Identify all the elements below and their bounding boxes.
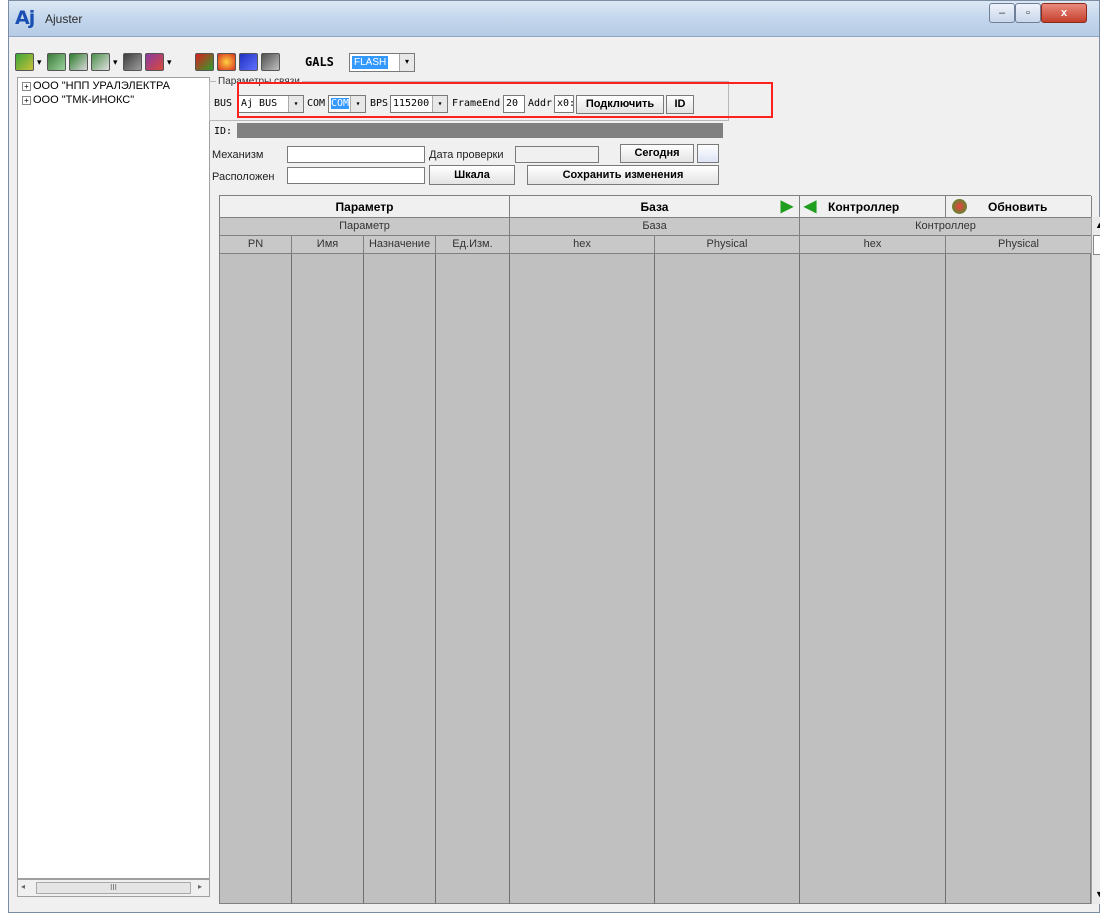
scroll-thumb[interactable] <box>1093 235 1100 255</box>
scroll-down-icon[interactable]: ▼ <box>1095 889 1100 899</box>
tree-node-label: ООО "НПП УРАЛЭЛЕКТРА <box>33 80 170 92</box>
column-header-purpose[interactable]: Назначение <box>364 236 436 254</box>
controller-header-label: Контроллер <box>828 200 900 214</box>
organization-tree[interactable]: + ООО "НПП УРАЛЭЛЕКТРА + ООО "ТМК-ИНОКС" <box>17 77 210 879</box>
parameter-header[interactable]: Параметр <box>220 196 510 218</box>
chart-icon[interactable] <box>69 53 88 71</box>
column-divider <box>435 254 436 904</box>
app-window: Aj Ajuster – ▫ x ▾ ▾ ▾ GALS FLASH ▾ + ООО… <box>8 0 1100 913</box>
app-icon: Aj <box>15 7 35 29</box>
save-changes-button[interactable]: Сохранить изменения <box>527 165 719 185</box>
module-icon[interactable] <box>47 53 66 71</box>
column-divider <box>291 254 292 904</box>
check-date-input[interactable] <box>515 146 599 163</box>
window-title: Ajuster <box>45 12 83 26</box>
id-value-field <box>237 123 723 138</box>
column-header-pn[interactable]: PN <box>220 236 292 254</box>
expand-icon[interactable]: + <box>22 95 31 105</box>
chevron-down-icon[interactable]: ▾ <box>113 57 118 68</box>
scroll-left-icon[interactable]: ◂ <box>21 882 25 891</box>
tree-horizontal-scrollbar[interactable]: ◂ III ▸ <box>17 879 210 897</box>
refresh-label: Обновить <box>988 200 1048 214</box>
location-label: Расположен <box>212 171 275 183</box>
column-divider <box>363 254 364 904</box>
refresh-icon <box>952 199 967 214</box>
column-divider <box>945 254 946 904</box>
title-bar[interactable]: Aj Ajuster – ▫ x <box>9 1 1099 37</box>
chevron-down-icon[interactable]: ▾ <box>167 57 172 68</box>
arrow-right-icon[interactable]: ▶ <box>781 196 793 218</box>
id-label: ID: <box>214 126 233 137</box>
maximize-button[interactable]: ▫ <box>1015 3 1041 23</box>
memory-select-value: FLASH <box>352 56 389 69</box>
memory-select[interactable]: FLASH ▾ <box>349 53 415 72</box>
column-divider <box>799 254 800 904</box>
refresh-button[interactable]: Обновить <box>946 196 1092 218</box>
gals-label: GALS <box>305 55 334 69</box>
minimize-button[interactable]: – <box>989 3 1015 23</box>
calendar-icon[interactable] <box>697 144 719 163</box>
tree-node[interactable]: + ООО "НПП УРАЛЭЛЕКТРА <box>22 80 170 92</box>
parameter-group-header: Параметр <box>220 218 510 236</box>
toolbar: ▾ ▾ ▾ GALS FLASH ▾ <box>9 50 1099 76</box>
close-button[interactable]: x <box>1041 3 1087 23</box>
chevron-down-icon[interactable]: ▾ <box>37 57 42 68</box>
column-header-base-physical[interactable]: Physical <box>655 236 800 254</box>
location-input[interactable] <box>287 167 425 184</box>
arrow-left-icon[interactable]: ◀ <box>804 196 816 218</box>
scroll-up-icon[interactable]: ▲ <box>1095 220 1100 230</box>
base-header[interactable]: База ▶ <box>510 196 800 218</box>
column-divider <box>654 254 655 904</box>
parameter-grid[interactable]: Параметр База ▶ ◀ Контроллер Обновить Па… <box>219 195 1092 904</box>
tree-node-label: ООО "ТМК-ИНОКС" <box>33 94 135 106</box>
controller-header[interactable]: ◀ Контроллер <box>800 196 946 218</box>
settings-icon[interactable] <box>123 53 142 71</box>
info-icon[interactable] <box>217 53 236 71</box>
column-header-controller-hex[interactable]: hex <box>800 236 946 254</box>
tree-node[interactable]: + ООО "ТМК-ИНОКС" <box>22 94 134 106</box>
scroll-right-icon[interactable]: ▸ <box>198 882 202 891</box>
base-header-label: База <box>640 200 669 214</box>
chevron-down-icon[interactable]: ▾ <box>399 54 414 71</box>
palette-icon[interactable] <box>145 53 164 71</box>
controller-group-header: Контроллер <box>800 218 1092 236</box>
check-date-label: Дата проверки <box>429 149 504 161</box>
column-divider <box>509 254 510 904</box>
scroll-thumb[interactable]: III <box>36 882 191 894</box>
tree-icon[interactable] <box>15 53 34 71</box>
bus-label: BUS <box>214 98 233 109</box>
grid-icon[interactable] <box>195 53 214 71</box>
column-header-unit[interactable]: Ед.Изм. <box>436 236 510 254</box>
mechanism-label: Механизм <box>212 149 264 161</box>
monitor-icon[interactable] <box>91 53 110 71</box>
column-header-base-hex[interactable]: hex <box>510 236 655 254</box>
column-header-controller-physical[interactable]: Physical <box>946 236 1092 254</box>
book-icon[interactable] <box>239 53 258 71</box>
today-button[interactable]: Сегодня <box>620 144 694 163</box>
base-group-header: База <box>510 218 800 236</box>
shield-icon[interactable] <box>261 53 280 71</box>
column-header-name[interactable]: Имя <box>292 236 364 254</box>
mechanism-input[interactable] <box>287 146 425 163</box>
highlight-box <box>237 82 773 118</box>
expand-icon[interactable]: + <box>22 81 31 91</box>
scale-button[interactable]: Шкала <box>429 165 515 185</box>
grid-vertical-scrollbar[interactable]: ▲ ▼ <box>1091 217 1100 904</box>
